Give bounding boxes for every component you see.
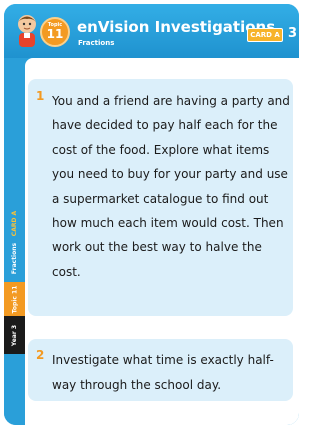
task-1-text: You and a friend are having a party and … bbox=[52, 94, 290, 279]
card-number: 3 bbox=[288, 26, 298, 41]
card-title: enVision Investigations bbox=[77, 18, 276, 36]
side-topic-label-text: Topic 11 bbox=[11, 285, 19, 313]
side-topic-label: Topic 11 bbox=[6, 284, 23, 314]
topic-badge: Topic 11 bbox=[40, 17, 70, 47]
side-card-label: CARD A bbox=[6, 210, 23, 236]
side-strip: CARD A Fractions Topic 11 Year 3 bbox=[4, 204, 25, 425]
task-2-number: 2 bbox=[36, 348, 45, 362]
card-label-badge: CARD A bbox=[247, 28, 283, 42]
side-section-label-text: Fractions bbox=[11, 242, 19, 274]
side-year-label: Year 3 bbox=[6, 318, 23, 352]
mascot-icon bbox=[18, 15, 36, 47]
side-card-label-text: CARD A bbox=[11, 210, 19, 236]
card-header: Topic 11 enVision Investigations Fractio… bbox=[4, 4, 299, 58]
side-year-label-text: Year 3 bbox=[11, 324, 19, 346]
topic-number: 11 bbox=[46, 27, 64, 41]
card-subtitle: Fractions bbox=[78, 39, 115, 47]
task-2: 2 Investigate what time is exactly half-… bbox=[28, 339, 293, 401]
task-1-number: 1 bbox=[36, 89, 45, 103]
task-2-text: Investigate what time is exactly half-wa… bbox=[52, 353, 274, 392]
task-1: 1 You and a friend are having a party an… bbox=[28, 79, 293, 316]
side-blue-band-lower bbox=[4, 354, 25, 425]
side-section-label: Fractions bbox=[6, 238, 23, 278]
